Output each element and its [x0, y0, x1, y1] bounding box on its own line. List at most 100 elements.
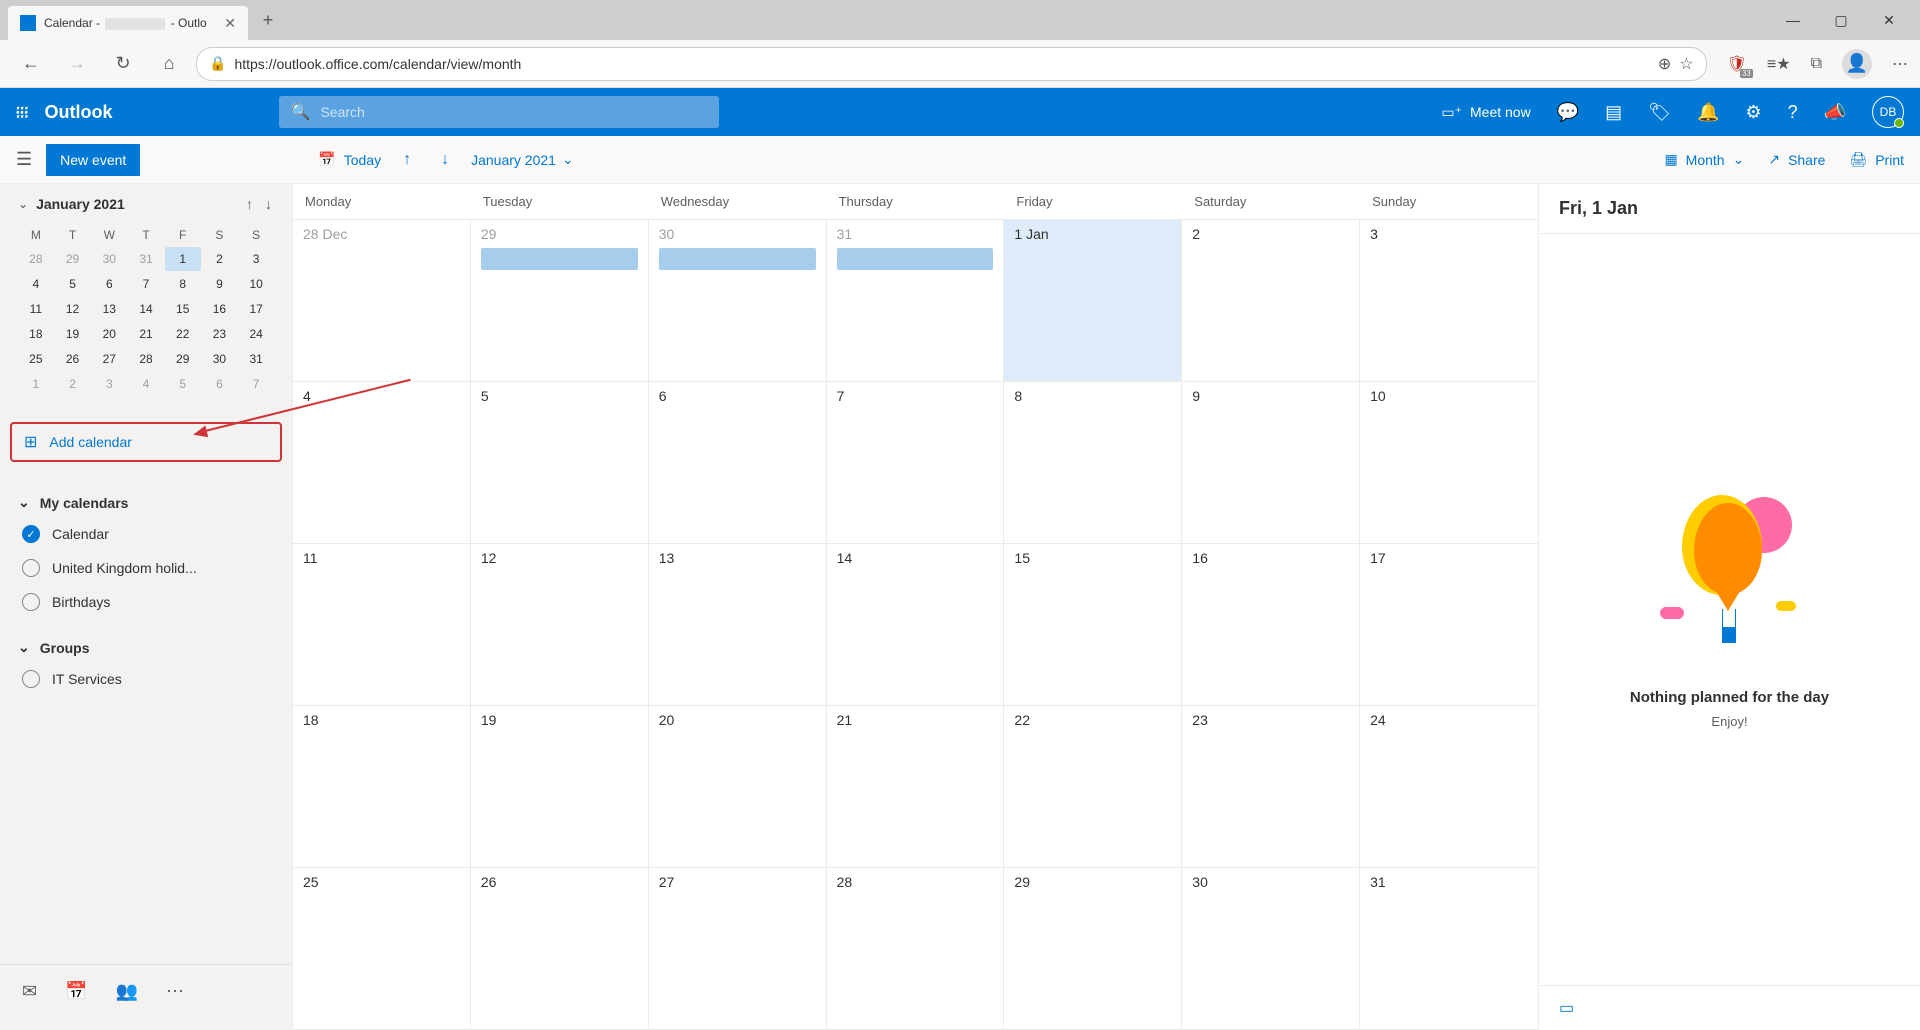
- my-calendars-toggle[interactable]: ⌄ My calendars: [18, 488, 274, 517]
- day-cell[interactable]: 1 Jan: [1004, 220, 1182, 381]
- calendar-item[interactable]: Birthdays: [18, 585, 274, 619]
- calendar-checkbox[interactable]: [22, 670, 40, 688]
- day-cell[interactable]: 4: [293, 382, 471, 543]
- groups-toggle[interactable]: ⌄ Groups: [18, 633, 274, 662]
- forward-button[interactable]: →: [58, 45, 96, 83]
- mini-cal-day[interactable]: 28: [18, 247, 54, 271]
- mini-cal-day[interactable]: 25: [18, 347, 54, 371]
- add-page-icon[interactable]: ⊕: [1658, 54, 1671, 74]
- event-chip[interactable]: [481, 248, 638, 270]
- mini-cal-day[interactable]: 29: [55, 247, 91, 271]
- mini-cal-day[interactable]: 4: [18, 272, 54, 296]
- view-selector[interactable]: ▦ Month ⌄: [1664, 151, 1744, 168]
- day-cell[interactable]: 22: [1004, 706, 1182, 867]
- mini-cal-day[interactable]: 29: [165, 347, 201, 371]
- day-cell[interactable]: 8: [1004, 382, 1182, 543]
- day-cell[interactable]: 17: [1360, 544, 1538, 705]
- mail-module-icon[interactable]: ✉: [22, 981, 37, 1002]
- day-cell[interactable]: 13: [649, 544, 827, 705]
- day-cell[interactable]: 10: [1360, 382, 1538, 543]
- mini-cal-day[interactable]: 18: [18, 322, 54, 346]
- favorites-icon[interactable]: ≡★: [1767, 54, 1791, 74]
- day-cell[interactable]: 18: [293, 706, 471, 867]
- calendar-checkbox[interactable]: [22, 593, 40, 611]
- mini-cal-day[interactable]: 26: [55, 347, 91, 371]
- day-cell[interactable]: 31: [827, 220, 1005, 381]
- browser-menu-icon[interactable]: ⋯: [1892, 54, 1908, 74]
- mini-cal-day[interactable]: 16: [202, 297, 238, 321]
- month-selector[interactable]: January 2021 ⌄: [471, 151, 574, 168]
- mini-cal-day[interactable]: 22: [165, 322, 201, 346]
- calendar-checkbox[interactable]: [22, 559, 40, 577]
- notifications-icon[interactable]: 🔔: [1697, 102, 1719, 123]
- day-cell[interactable]: 7: [827, 382, 1005, 543]
- mini-cal-day[interactable]: 19: [55, 322, 91, 346]
- day-cell[interactable]: 25: [293, 868, 471, 1029]
- day-cell[interactable]: 9: [1182, 382, 1360, 543]
- day-cell[interactable]: 20: [649, 706, 827, 867]
- settings-icon[interactable]: ⚙: [1745, 102, 1761, 123]
- day-cell[interactable]: 5: [471, 382, 649, 543]
- mini-cal-day[interactable]: 27: [91, 347, 127, 371]
- prev-period-button[interactable]: ↑: [395, 151, 419, 169]
- new-tab-button[interactable]: +: [252, 4, 284, 36]
- tab-close-icon[interactable]: ✕: [224, 15, 236, 32]
- teams-chat-icon[interactable]: 💬: [1557, 102, 1579, 123]
- more-modules-icon[interactable]: ⋯: [166, 981, 184, 1002]
- mini-cal-day[interactable]: 1: [18, 372, 54, 396]
- outlook-logo[interactable]: Outlook: [45, 102, 113, 123]
- mini-cal-day[interactable]: 7: [238, 372, 274, 396]
- home-button[interactable]: ⌂: [150, 45, 188, 83]
- mini-cal-day[interactable]: 24: [238, 322, 274, 346]
- mini-cal-day[interactable]: 11: [18, 297, 54, 321]
- maximize-button[interactable]: ▢: [1818, 4, 1864, 36]
- meet-now-button[interactable]: ▭⁺ Meet now: [1441, 104, 1530, 121]
- print-button[interactable]: 🖨 Print: [1849, 151, 1904, 168]
- app-launcher-icon[interactable]: ᎒᎒᎒: [16, 100, 29, 124]
- extension-shield-icon[interactable]: 🛡33: [1727, 54, 1747, 74]
- close-window-button[interactable]: ✕: [1866, 4, 1912, 36]
- back-button[interactable]: ←: [12, 45, 50, 83]
- notes-icon[interactable]: 🏷: [1648, 102, 1671, 123]
- mini-cal-day[interactable]: 31: [238, 347, 274, 371]
- hamburger-icon[interactable]: ☰: [16, 149, 32, 170]
- mini-cal-day[interactable]: 30: [91, 247, 127, 271]
- next-period-button[interactable]: ↓: [433, 151, 457, 169]
- browser-profile-icon[interactable]: 👤: [1842, 49, 1872, 79]
- mini-cal-day[interactable]: 2: [55, 372, 91, 396]
- mini-cal-day[interactable]: 20: [91, 322, 127, 346]
- mini-cal-day[interactable]: 4: [128, 372, 164, 396]
- calendar-module-icon[interactable]: 📅: [65, 981, 87, 1002]
- mini-cal-day[interactable]: 5: [165, 372, 201, 396]
- day-cell[interactable]: 31: [1360, 868, 1538, 1029]
- people-module-icon[interactable]: 👥: [116, 981, 138, 1002]
- mini-cal-day[interactable]: 13: [91, 297, 127, 321]
- mini-cal-day[interactable]: 30: [202, 347, 238, 371]
- day-cell[interactable]: 24: [1360, 706, 1538, 867]
- mini-cal-day[interactable]: 6: [202, 372, 238, 396]
- calendar-item[interactable]: United Kingdom holid...: [18, 551, 274, 585]
- day-cell[interactable]: 16: [1182, 544, 1360, 705]
- day-cell[interactable]: 3: [1360, 220, 1538, 381]
- event-chip[interactable]: [659, 248, 816, 270]
- calendar-item[interactable]: Calendar: [18, 517, 274, 551]
- megaphone-icon[interactable]: 📣: [1824, 102, 1846, 123]
- mini-cal-day[interactable]: 21: [128, 322, 164, 346]
- day-cell[interactable]: 14: [827, 544, 1005, 705]
- day-cell[interactable]: 29: [471, 220, 649, 381]
- favorite-icon[interactable]: ☆: [1679, 54, 1693, 74]
- day-cell[interactable]: 2: [1182, 220, 1360, 381]
- day-cell[interactable]: 15: [1004, 544, 1182, 705]
- day-cell[interactable]: 29: [1004, 868, 1182, 1029]
- mini-cal-day[interactable]: 15: [165, 297, 201, 321]
- mini-cal-day[interactable]: 8: [165, 272, 201, 296]
- day-cell[interactable]: 27: [649, 868, 827, 1029]
- day-cell[interactable]: 26: [471, 868, 649, 1029]
- url-input[interactable]: 🔒 https://outlook.office.com/calendar/vi…: [196, 47, 1707, 81]
- day-cell[interactable]: 28: [827, 868, 1005, 1029]
- my-day-icon[interactable]: ▤: [1605, 102, 1622, 123]
- mini-cal-day[interactable]: 3: [238, 247, 274, 271]
- agenda-view-icon[interactable]: ▭: [1559, 1000, 1574, 1017]
- day-cell[interactable]: 6: [649, 382, 827, 543]
- mini-cal-day[interactable]: 23: [202, 322, 238, 346]
